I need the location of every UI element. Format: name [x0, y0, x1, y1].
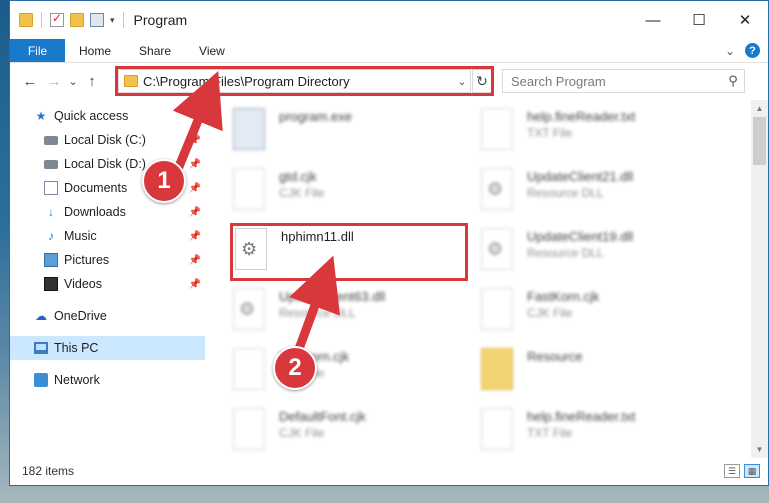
- annotation-arrows: [172, 71, 341, 362]
- callout-badge-2: 2: [273, 346, 317, 390]
- arrow-to-address: [172, 71, 223, 174]
- explorer-window: ▾ Program — ☐ ✕ File Home Share View ⌄ ?…: [9, 0, 769, 486]
- arrow-to-file: [289, 255, 341, 362]
- callout-badge-1: 1: [142, 159, 186, 203]
